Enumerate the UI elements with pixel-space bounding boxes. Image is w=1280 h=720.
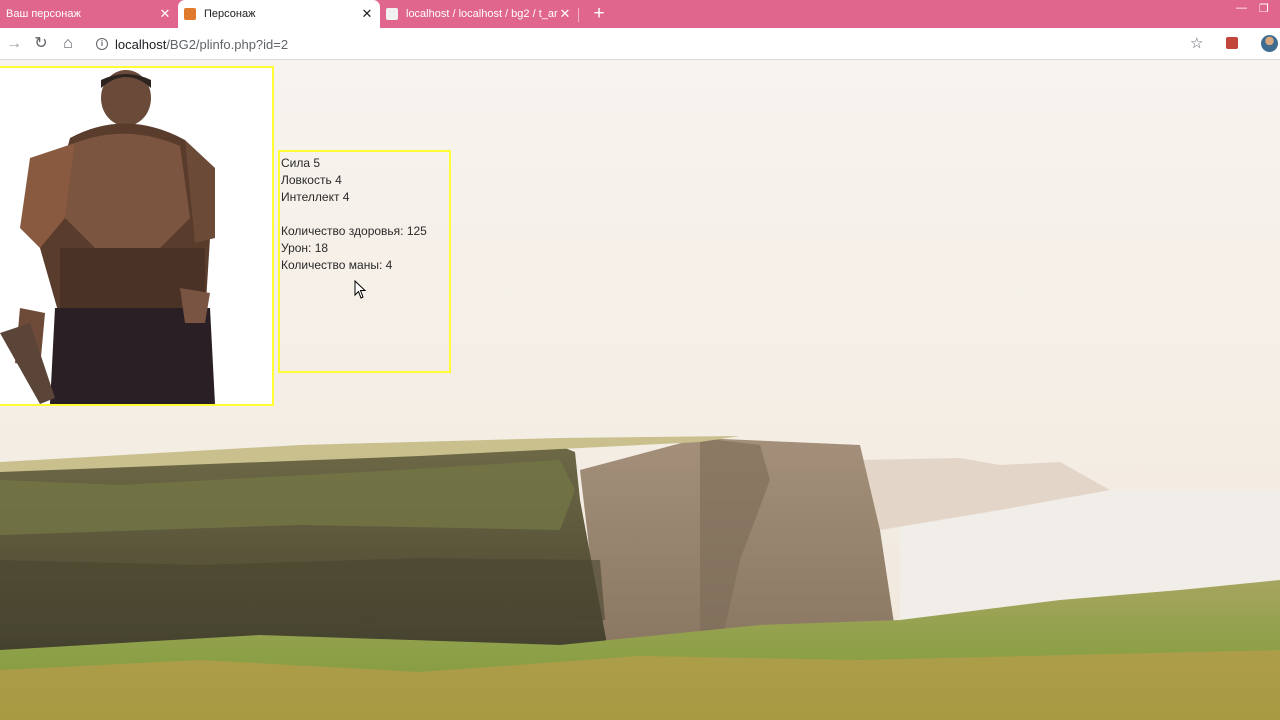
tab-title: Ваш персонаж [6, 8, 81, 20]
stat-strength: Сила 5 [281, 156, 321, 170]
avatar[interactable] [1261, 35, 1278, 52]
url-host: localhost [115, 36, 167, 52]
tab-title: Персонаж [204, 8, 256, 20]
tab-phpmyadmin[interactable]: localhost / localhost / bg2 / t_arc ✕ [380, 0, 578, 28]
new-tab-icon[interactable]: + [589, 4, 609, 24]
pdf-extension-icon[interactable] [1226, 37, 1238, 49]
back-icon[interactable]: → [3, 33, 25, 55]
character-stats-panel: Сила 5 Ловкость 4 Интеллект 4 Количество… [278, 150, 451, 373]
stat-health: Количество здоровья: 125 [281, 224, 427, 238]
gladiator-image [0, 70, 215, 404]
home-icon[interactable]: ⌂ [57, 33, 79, 55]
site-favicon-icon [184, 8, 196, 20]
mouse-cursor-icon [354, 280, 367, 299]
page-content: Сила 5 Ловкость 4 Интеллект 4 Количество… [0, 60, 1280, 720]
stat-intellect: Интеллект 4 [281, 190, 350, 204]
phpmyadmin-favicon-icon [386, 8, 398, 20]
close-icon[interactable]: ✕ [360, 6, 374, 22]
url-path: /BG2/plinfo.php?id=2 [166, 36, 289, 52]
info-icon[interactable]: i [96, 38, 108, 50]
tab-character[interactable]: Персонаж ✕ [178, 0, 380, 28]
character-portrait [0, 66, 274, 406]
stat-mana: Количество маны: 4 [281, 258, 393, 272]
tab-separator [578, 8, 579, 22]
stat-agility: Ловкость 4 [281, 173, 342, 187]
maximize-icon[interactable]: ❐ [1259, 2, 1269, 15]
tab-strip: Ваш персонаж ✕ Персонаж ✕ localhost / lo… [0, 0, 1280, 28]
star-icon[interactable]: ☆ [1190, 34, 1203, 52]
close-icon[interactable]: ✕ [158, 6, 172, 22]
stat-damage: Урон: 18 [281, 241, 329, 255]
minimize-icon[interactable]: — [1236, 2, 1247, 14]
close-icon[interactable]: ✕ [558, 6, 572, 22]
address-bar[interactable]: i localhost/BG2/plinfo.php?id=2 [92, 31, 1212, 57]
tab-your-character[interactable]: Ваш персонаж ✕ [0, 0, 178, 28]
browser-toolbar: → ↻ ⌂ i localhost/BG2/plinfo.php?id=2 ☆ [0, 28, 1280, 60]
reload-icon[interactable]: ↻ [30, 33, 52, 55]
tab-title: localhost / localhost / bg2 / t_arc [406, 8, 558, 20]
